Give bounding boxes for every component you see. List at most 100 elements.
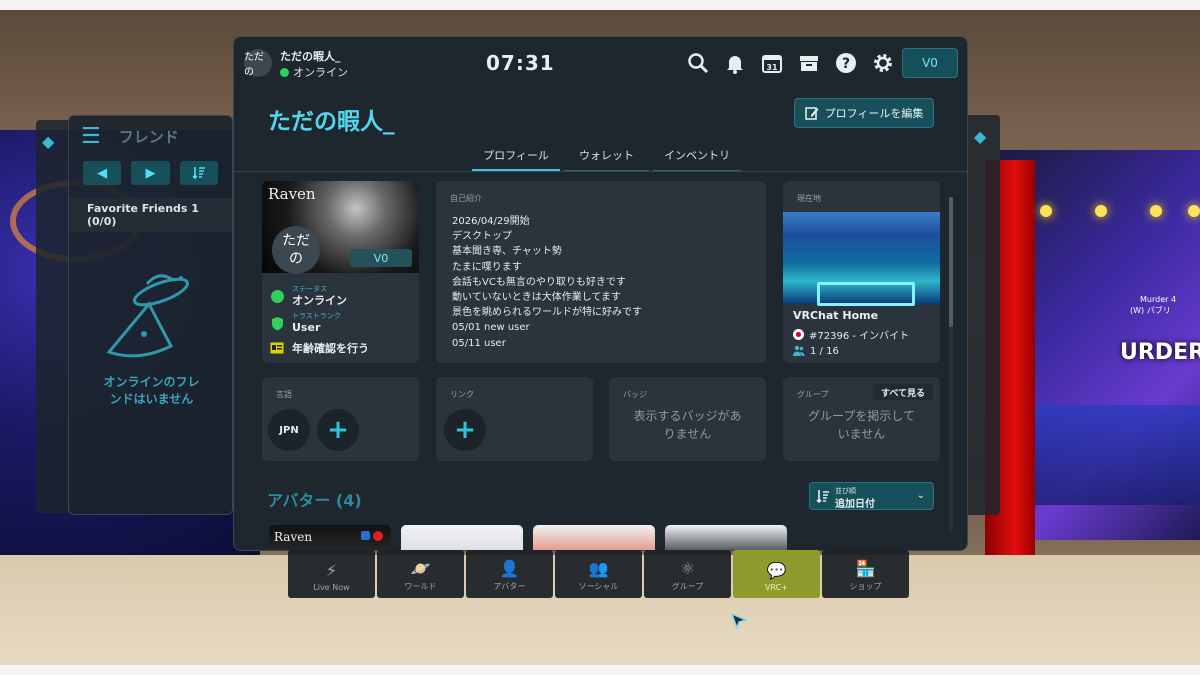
- trust-label: トラストランク: [292, 312, 341, 320]
- plus-icon: +: [327, 415, 349, 445]
- plus-icon: +: [454, 415, 476, 445]
- billboard-text: URDER: [1120, 340, 1200, 365]
- dock-worlds[interactable]: 🪐 ワールド: [377, 550, 464, 598]
- search-icon[interactable]: [686, 51, 710, 75]
- dock-vrcplus[interactable]: 💬 VRC+: [733, 550, 820, 598]
- age-verify-label: 年齢確認を行う: [292, 341, 369, 355]
- avatar-thumbnail-2[interactable]: [401, 525, 523, 550]
- world-thumbnail[interactable]: [783, 212, 940, 306]
- trust-row: トラストランク User: [270, 312, 341, 334]
- add-language-button[interactable]: +: [317, 409, 359, 451]
- sort-icon: [192, 167, 205, 180]
- player-count-row: 1 / 16: [793, 345, 839, 357]
- instance-row: #72396 - インバイト: [793, 327, 909, 342]
- avatar-thumbnail-1[interactable]: Raven: [269, 525, 391, 550]
- favorite-group-header[interactable]: Favorite Friends 1 (0/0): [69, 198, 232, 232]
- add-link-button[interactable]: +: [444, 409, 486, 451]
- group-icon: ⚛: [680, 558, 695, 578]
- avatar-icon: 👤: [499, 558, 520, 578]
- lightning-icon: ⚡: [325, 560, 338, 580]
- avatar-thumbnail-4[interactable]: [665, 525, 787, 550]
- badges-empty-line1: 表示するバッジがあ: [633, 409, 742, 423]
- bio-label: 自己紹介: [450, 194, 482, 203]
- profile-card: Raven ただの V0 ステータス オンライン トラストランク User 年齢確認…: [262, 181, 419, 363]
- next-arrow-button[interactable]: ▶: [131, 161, 170, 185]
- currency-button[interactable]: V0: [902, 48, 958, 78]
- instance-id: #72396 - インバイト: [809, 331, 910, 342]
- player-count: 1 / 16: [810, 345, 839, 357]
- edit-profile-button[interactable]: プロフィールを編集: [794, 98, 934, 128]
- tab-wallet[interactable]: ウォレット: [564, 147, 649, 172]
- bottom-dock: ⚡ Live Now 🪐 ワールド 👤 アバター 👥 ソーシャル ⚛ グループ …: [288, 550, 912, 598]
- status-row: ステータス オンライン: [270, 285, 347, 307]
- avatar-sort-dropdown[interactable]: 並び順 追加日付 ⌄: [809, 482, 934, 510]
- platform-icon: [361, 531, 370, 540]
- letterbox-bottom: [0, 665, 1200, 675]
- japan-flag-icon: [793, 329, 804, 340]
- dock-shop[interactable]: 🏪 ショップ: [822, 550, 909, 598]
- online-dot-icon: [280, 67, 289, 77]
- badges-card: バッジ 表示するバッジがあ りません: [609, 377, 766, 461]
- sort-button[interactable]: [179, 161, 218, 185]
- tab-inventory[interactable]: インベントリ: [653, 147, 741, 172]
- avatars-heading: アバター (4): [267, 491, 362, 510]
- shop-icon: 🏪: [855, 558, 876, 578]
- pointer-cursor-icon: [730, 612, 748, 630]
- bell-icon[interactable]: [723, 51, 747, 75]
- top-bar: ただの ただの暇人_ オンライン 07:31 31 ? V0: [234, 37, 967, 89]
- top-username: ただの暇人_: [280, 50, 341, 63]
- world-sign-line1: Murder 4: [1140, 295, 1177, 304]
- shield-icon: [271, 316, 283, 330]
- main-menu-panel: ただの ただの暇人_ オンライン 07:31 31 ? V0 ただの暇人_ プロ…: [233, 36, 968, 551]
- sort-icon: [816, 490, 829, 504]
- tab-profile[interactable]: プロフィール: [472, 147, 560, 172]
- chevron-down-icon: ⌄: [916, 490, 925, 501]
- badges-label: バッジ: [623, 390, 647, 399]
- dock-avatars[interactable]: 👤 アバター: [466, 550, 553, 598]
- help-icon[interactable]: ?: [834, 51, 858, 75]
- see-all-groups-button[interactable]: すべて見る: [873, 384, 933, 400]
- gear-icon[interactable]: [871, 51, 895, 75]
- edit-profile-label: プロフィールを編集: [824, 107, 924, 120]
- language-label: 言語: [276, 390, 292, 399]
- location-label: 現在地: [797, 194, 821, 203]
- groups-empty-line1: グループを掲示して: [808, 409, 915, 423]
- top-status-text: オンライン: [293, 66, 348, 79]
- prev-arrow-button[interactable]: ◀: [83, 161, 122, 185]
- dock-worlds-label: ワールド: [404, 582, 437, 591]
- top-status: オンライン: [280, 64, 348, 80]
- language-chip[interactable]: JPN: [268, 409, 310, 451]
- id-card-icon: [270, 342, 284, 354]
- dock-vrcplus-label: VRC+: [765, 583, 788, 592]
- scrollbar[interactable]: [949, 197, 953, 532]
- dock-avatars-label: アバター: [493, 582, 526, 591]
- links-card: リンク +: [436, 377, 593, 461]
- ufo-icon: [106, 274, 189, 358]
- profile-tabs: プロフィール ウォレット インベントリ: [472, 147, 741, 172]
- user-avatar[interactable]: ただの: [244, 49, 272, 78]
- location-card[interactable]: 現在地 VRChat Home #72396 - インバイト 1 / 16: [783, 181, 940, 363]
- archive-box-icon[interactable]: [797, 51, 821, 75]
- calendar-icon[interactable]: 31: [760, 51, 784, 75]
- right-panel-wing: ◆: [968, 115, 1000, 515]
- empty-text-line2: ンドはいません: [109, 392, 194, 406]
- profile-currency-badge: V0: [350, 249, 412, 267]
- dock-shop-label: ショップ: [849, 582, 882, 591]
- letterbox-top: [0, 0, 1200, 10]
- dock-social[interactable]: 👥 ソーシャル: [555, 550, 642, 598]
- age-verify-row[interactable]: 年齢確認を行う: [270, 341, 369, 355]
- dock-social-label: ソーシャル: [578, 582, 619, 591]
- avatar-thumbnail-3[interactable]: [533, 525, 655, 550]
- social-icon: 👥: [588, 558, 609, 578]
- svg-text:?: ?: [842, 56, 850, 72]
- dock-groups-label: グループ: [671, 582, 704, 591]
- dock-live-now[interactable]: ⚡ Live Now: [288, 550, 375, 598]
- profile-display-name: ただの暇人_: [268, 109, 395, 135]
- groups-empty-line2: いません: [837, 427, 886, 441]
- hamburger-menu-icon[interactable]: ☰: [81, 124, 101, 149]
- trust-value: User: [292, 321, 321, 334]
- world-name: VRChat Home: [793, 309, 879, 322]
- status-value: オンライン: [292, 294, 347, 307]
- dock-groups[interactable]: ⚛ グループ: [644, 550, 731, 598]
- groups-label: グループ: [797, 390, 829, 399]
